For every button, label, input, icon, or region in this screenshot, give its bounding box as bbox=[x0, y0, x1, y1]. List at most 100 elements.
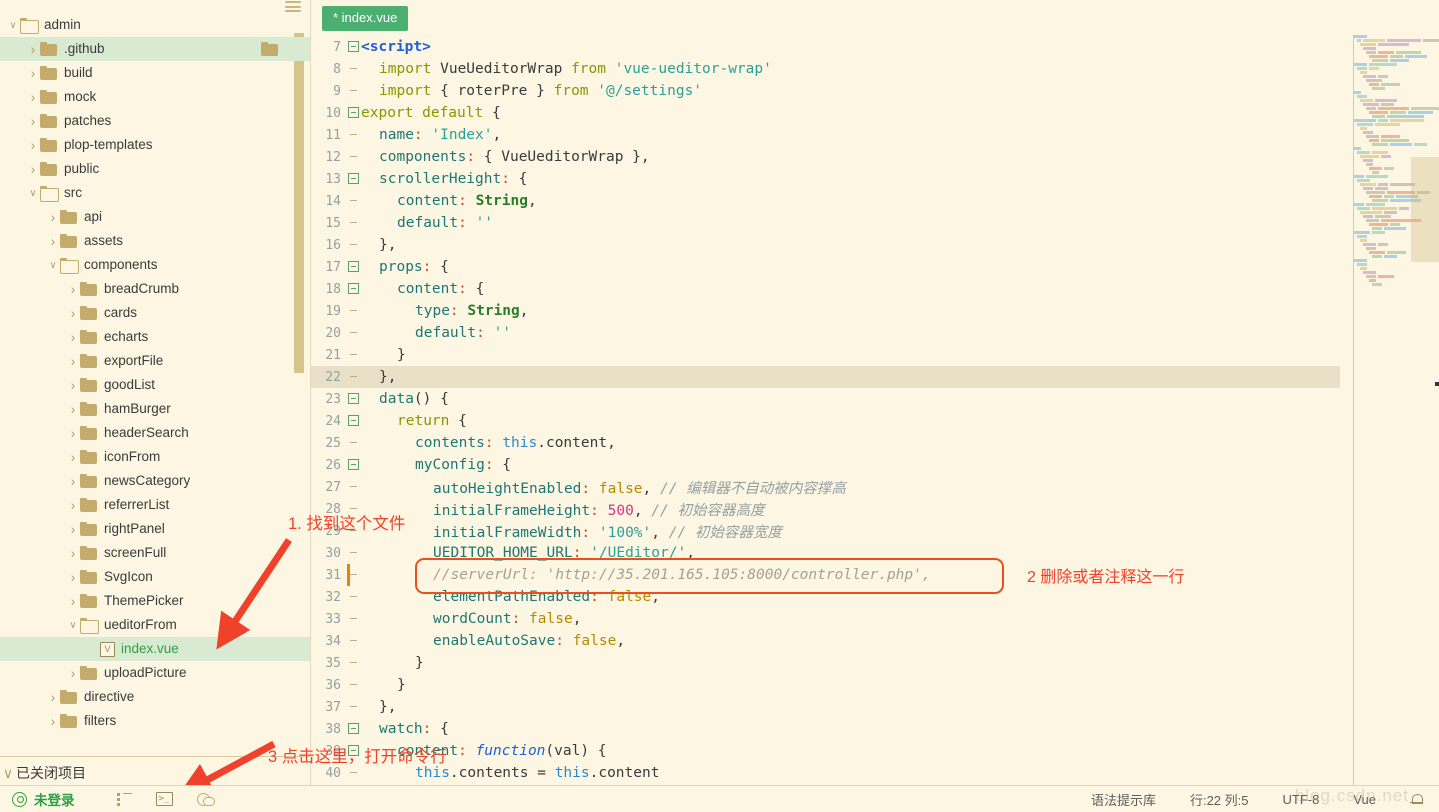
tree-folder-api[interactable]: api bbox=[0, 205, 310, 229]
code-line-20[interactable]: 20 default: '' bbox=[311, 322, 1340, 344]
tree-folder-rightPanel[interactable]: rightPanel bbox=[0, 517, 310, 541]
fold-toggle-icon[interactable] bbox=[345, 458, 361, 472]
tree-folder-cards[interactable]: cards bbox=[0, 301, 310, 325]
fold-toggle-icon[interactable] bbox=[345, 260, 361, 274]
chevron-right-icon[interactable] bbox=[26, 138, 40, 153]
tree-folder-.github[interactable]: .github bbox=[0, 37, 310, 61]
code-line-28[interactable]: 28 initialFrameHeight: 500, // 初始容器高度 bbox=[311, 498, 1340, 520]
tree-folder-SvgIcon[interactable]: SvgIcon bbox=[0, 565, 310, 589]
code-line-34[interactable]: 34 enableAutoSave: false, bbox=[311, 630, 1340, 652]
code-line-19[interactable]: 19 type: String, bbox=[311, 300, 1340, 322]
code-line-12[interactable]: 12 components: { VueUeditorWrap }, bbox=[311, 146, 1340, 168]
code-content[interactable]: 7 <script> 8 import VueUeditorWrap from 'vu… bbox=[311, 36, 1340, 785]
cloud-icon[interactable] bbox=[196, 792, 215, 806]
code-line-40[interactable]: 40 this.contents = this.content bbox=[311, 762, 1340, 784]
chevron-right-icon[interactable] bbox=[26, 114, 40, 129]
tree-folder-exportFile[interactable]: exportFile bbox=[0, 349, 310, 373]
code-line-22[interactable]: 22}, bbox=[311, 366, 1340, 388]
chevron-right-icon[interactable] bbox=[66, 306, 80, 321]
code-line-14[interactable]: 14 content: String, bbox=[311, 190, 1340, 212]
code-line-37[interactable]: 37}, bbox=[311, 696, 1340, 718]
chevron-right-icon[interactable] bbox=[66, 378, 80, 393]
fold-toggle-icon[interactable] bbox=[345, 722, 361, 736]
chevron-right-icon[interactable] bbox=[26, 42, 40, 57]
chevron-right-icon[interactable] bbox=[66, 402, 80, 417]
hamburger-icon[interactable] bbox=[285, 1, 301, 12]
tree-folder-goodList[interactable]: goodList bbox=[0, 373, 310, 397]
code-line-31[interactable]: 31 //serverUrl: 'http://35.201.165.105:80… bbox=[311, 564, 1340, 586]
code-line-9[interactable]: 9 import { roterPre } from '@/settings' bbox=[311, 80, 1340, 102]
tree-folder-referrerList[interactable]: referrerList bbox=[0, 493, 310, 517]
code-line-29[interactable]: 29 initialFrameWidth: '100%', // 初始容器宽度 bbox=[311, 520, 1340, 542]
code-line-10[interactable]: 10 export default { bbox=[311, 102, 1340, 124]
tree-folder-patches[interactable]: patches bbox=[0, 109, 310, 133]
code-line-15[interactable]: 15 default: '' bbox=[311, 212, 1340, 234]
code-line-23[interactable]: 23 data() { bbox=[311, 388, 1340, 410]
chevron-right-icon[interactable] bbox=[66, 330, 80, 345]
code-line-38[interactable]: 38 watch: { bbox=[311, 718, 1340, 740]
chevron-right-icon[interactable] bbox=[66, 282, 80, 297]
login-status[interactable]: 未登录 bbox=[34, 789, 75, 809]
tree-folder-screenFull[interactable]: screenFull bbox=[0, 541, 310, 565]
tree-folder-public[interactable]: public bbox=[0, 157, 310, 181]
tree-folder-src[interactable]: src bbox=[0, 181, 310, 205]
code-line-18[interactable]: 18 content: { bbox=[311, 278, 1340, 300]
tree-folder-headerSearch[interactable]: headerSearch bbox=[0, 421, 310, 445]
code-line-30[interactable]: 30 UEDITOR_HOME_URL: '/UEditor/', bbox=[311, 542, 1340, 564]
tree-folder-components[interactable]: components bbox=[0, 253, 310, 277]
tree-folder-directive[interactable]: directive bbox=[0, 685, 310, 709]
list-icon[interactable] bbox=[116, 792, 132, 806]
file-tree[interactable]: admin .github build mock patches plop-templat… bbox=[0, 13, 310, 756]
tree-folder-filters[interactable]: filters bbox=[0, 709, 310, 733]
bell-icon[interactable] bbox=[1410, 793, 1423, 806]
tree-folder-mock[interactable]: mock bbox=[0, 85, 310, 109]
chevron-down-icon[interactable] bbox=[46, 260, 60, 271]
tree-file-index.vue[interactable]: index.vue bbox=[0, 637, 310, 661]
minimap-viewport[interactable] bbox=[1411, 157, 1439, 262]
code-line-32[interactable]: 32 elementPathEnabled: false, bbox=[311, 586, 1340, 608]
tree-folder-assets[interactable]: assets bbox=[0, 229, 310, 253]
chevron-right-icon[interactable] bbox=[66, 546, 80, 561]
fold-toggle-icon[interactable] bbox=[345, 282, 361, 296]
tree-folder-build[interactable]: build bbox=[0, 61, 310, 85]
code-line-39[interactable]: 39 content: function(val) { bbox=[311, 740, 1340, 762]
tree-folder-breadCrumb[interactable]: breadCrumb bbox=[0, 277, 310, 301]
code-line-26[interactable]: 26 myConfig: { bbox=[311, 454, 1340, 476]
fold-toggle-icon[interactable] bbox=[345, 172, 361, 186]
code-line-11[interactable]: 11 name: 'Index', bbox=[311, 124, 1340, 146]
fold-toggle-icon[interactable] bbox=[345, 106, 361, 120]
tree-folder-admin[interactable]: admin bbox=[0, 13, 310, 37]
code-line-35[interactable]: 35} bbox=[311, 652, 1340, 674]
code-line-33[interactable]: 33 wordCount: false, bbox=[311, 608, 1340, 630]
code-line-27[interactable]: 27 autoHeightEnabled: false, // 编辑器不自动被内容… bbox=[311, 476, 1340, 498]
fold-toggle-icon[interactable] bbox=[345, 392, 361, 406]
closed-projects-header[interactable]: ∨ 已关闭项目 bbox=[0, 760, 310, 786]
language-label[interactable]: Vue bbox=[1353, 792, 1376, 807]
chevron-right-icon[interactable] bbox=[46, 234, 60, 249]
code-minimap[interactable] bbox=[1340, 27, 1439, 785]
chevron-right-icon[interactable] bbox=[26, 162, 40, 177]
code-line-17[interactable]: 17 props: { bbox=[311, 256, 1340, 278]
encoding-label[interactable]: UTF-8 bbox=[1283, 792, 1320, 807]
chevron-right-icon[interactable] bbox=[46, 690, 60, 705]
chevron-right-icon[interactable] bbox=[66, 570, 80, 585]
chevron-down-icon[interactable] bbox=[26, 188, 40, 199]
tree-folder-ThemePicker[interactable]: ThemePicker bbox=[0, 589, 310, 613]
fold-toggle-icon[interactable] bbox=[345, 40, 361, 54]
code-line-21[interactable]: 21} bbox=[311, 344, 1340, 366]
code-line-13[interactable]: 13 scrollerHeight: { bbox=[311, 168, 1340, 190]
code-line-36[interactable]: 36} bbox=[311, 674, 1340, 696]
chevron-right-icon[interactable] bbox=[66, 354, 80, 369]
chevron-right-icon[interactable] bbox=[66, 522, 80, 537]
chevron-right-icon[interactable] bbox=[66, 450, 80, 465]
chevron-down-icon[interactable] bbox=[6, 20, 20, 31]
tab-index-vue[interactable]: * index.vue bbox=[322, 6, 409, 31]
chevron-down-icon[interactable] bbox=[66, 620, 80, 631]
code-line-16[interactable]: 16}, bbox=[311, 234, 1340, 256]
tree-folder-iconFrom[interactable]: iconFrom bbox=[0, 445, 310, 469]
tree-folder-ueditorFrom[interactable]: ueditorFrom bbox=[0, 613, 310, 637]
chevron-right-icon[interactable] bbox=[66, 666, 80, 681]
code-line-7[interactable]: 7 <script> bbox=[311, 36, 1340, 58]
tree-folder-hamBurger[interactable]: hamBurger bbox=[0, 397, 310, 421]
terminal-icon[interactable]: >_ bbox=[155, 792, 173, 806]
